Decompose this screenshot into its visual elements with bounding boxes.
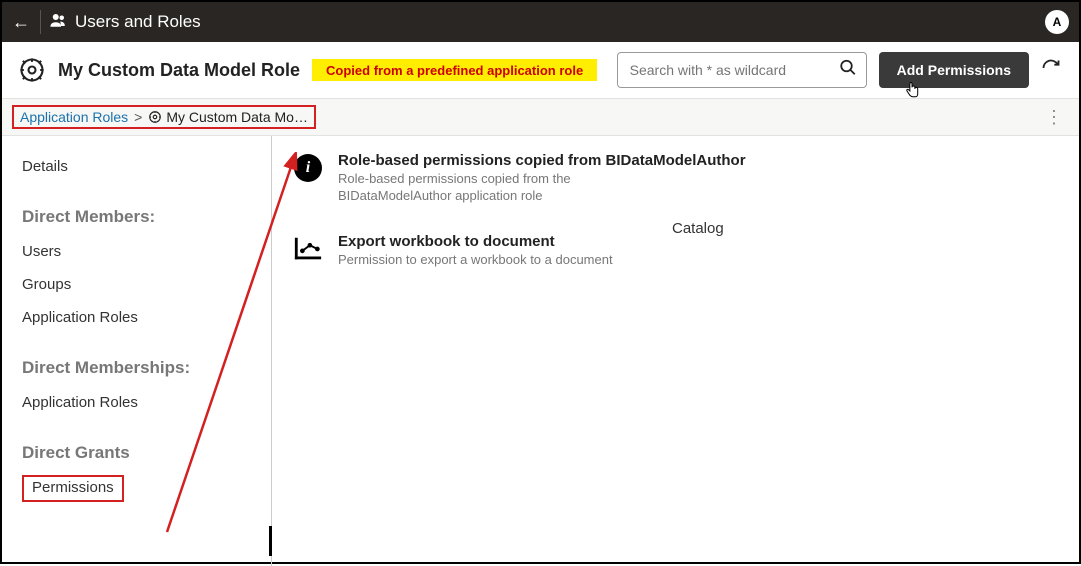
permission-context: Catalog [672,220,724,237]
info-icon: i [292,152,324,184]
avatar[interactable]: A [1045,10,1069,34]
permission-title: Export workbook to document [338,233,613,250]
add-permissions-label: Add Permissions [897,62,1011,78]
sidebar-item-users[interactable]: Users [22,235,251,268]
breadcrumb-gear-icon [148,110,162,124]
permission-desc: Role-based permissions copied from the B… [338,171,658,205]
breadcrumb-row: Application Roles > My Custom Data Mo… ⋮ [2,98,1079,136]
permission-desc: Permission to export a workbook to a doc… [338,252,613,269]
sidebar-section-direct-memberships: Direct Memberships: [22,358,251,378]
main-content: i Role-based permissions copied from BID… [272,136,1079,566]
breadcrumb-separator: > [134,109,142,125]
page-header-title: Users and Roles [75,12,201,32]
users-roles-icon [49,11,67,34]
more-actions-icon[interactable]: ⋮ [1045,107,1069,128]
subheader: My Custom Data Model Role Copied from a … [2,42,1079,98]
add-permissions-button[interactable]: Add Permissions [879,52,1029,88]
back-button[interactable]: ← [12,12,40,33]
body: Details Direct Members: Users Groups App… [2,136,1079,566]
sidebar-section-direct-grants: Direct Grants [22,443,251,463]
sidebar: Details Direct Members: Users Groups App… [2,136,272,566]
permission-title: Role-based permissions copied from BIDat… [338,152,746,169]
search-wrap [617,52,867,88]
sidebar-section-direct-members: Direct Members: [22,207,251,227]
breadcrumb-highlight: Application Roles > My Custom Data Mo… [12,105,316,129]
sidebar-item-permissions[interactable]: Permissions [22,475,124,502]
role-gear-icon [18,56,46,84]
chart-export-icon [292,233,324,265]
role-title: My Custom Data Model Role [58,60,300,81]
search-input[interactable] [617,52,867,88]
permission-row: Export workbook to document Permission t… [292,233,1059,269]
breadcrumb-root[interactable]: Application Roles [20,109,128,125]
sidebar-item-app-roles-members[interactable]: Application Roles [22,301,251,334]
sidebar-item-groups[interactable]: Groups [22,268,251,301]
separator [40,10,41,34]
refresh-icon[interactable] [1041,58,1063,83]
annotation-note: Copied from a predefined application rol… [312,59,597,81]
sidebar-details[interactable]: Details [22,150,251,183]
topbar: ← Users and Roles A [2,2,1079,42]
breadcrumb-current: My Custom Data Mo… [166,109,308,125]
permission-row: i Role-based permissions copied from BID… [292,152,1059,205]
search-icon[interactable] [839,59,857,82]
sidebar-item-app-roles-memberships[interactable]: Application Roles [22,386,251,419]
